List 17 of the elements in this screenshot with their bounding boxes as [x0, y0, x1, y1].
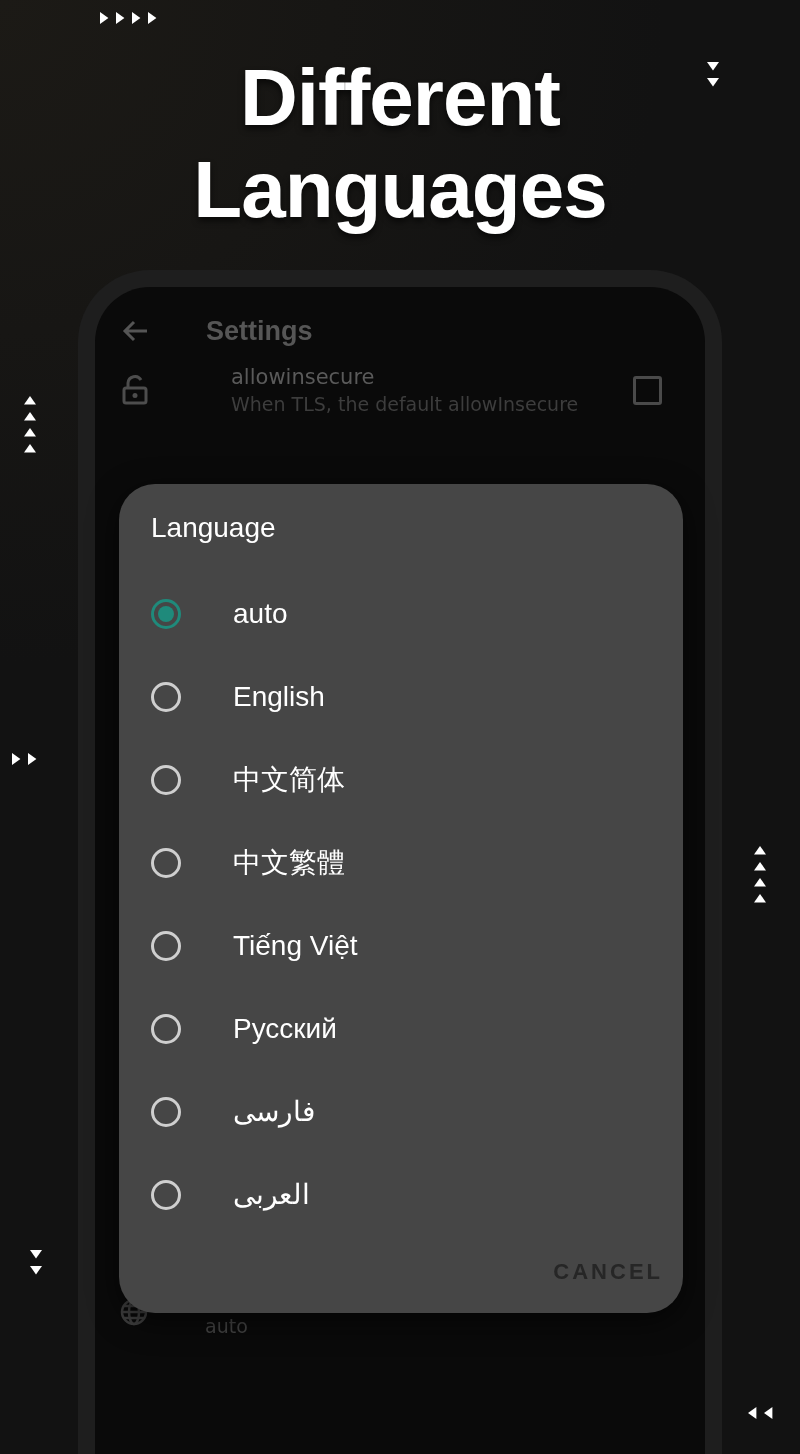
language-option[interactable]: Русский: [151, 987, 663, 1070]
language-option[interactable]: فارسی: [151, 1070, 663, 1153]
checkbox[interactable]: [633, 375, 662, 405]
radio-button[interactable]: [151, 598, 181, 629]
setting-title: allowinsecure: [231, 365, 376, 389]
screen-title: Settings: [206, 315, 313, 347]
language-option[interactable]: auto: [151, 572, 663, 655]
back-icon[interactable]: [121, 319, 149, 343]
headline: Different: [240, 52, 560, 144]
lock-icon: [121, 375, 149, 405]
language-option[interactable]: 中文简体: [151, 738, 663, 821]
headline: Languages: [193, 144, 607, 236]
language-option[interactable]: 中文繁體: [151, 821, 663, 904]
language-option[interactable]: English: [151, 655, 663, 738]
language-option[interactable]: العربی: [151, 1153, 663, 1236]
language-option[interactable]: Tiếng Việt: [151, 904, 663, 987]
dialog-title: Language: [151, 512, 277, 544]
